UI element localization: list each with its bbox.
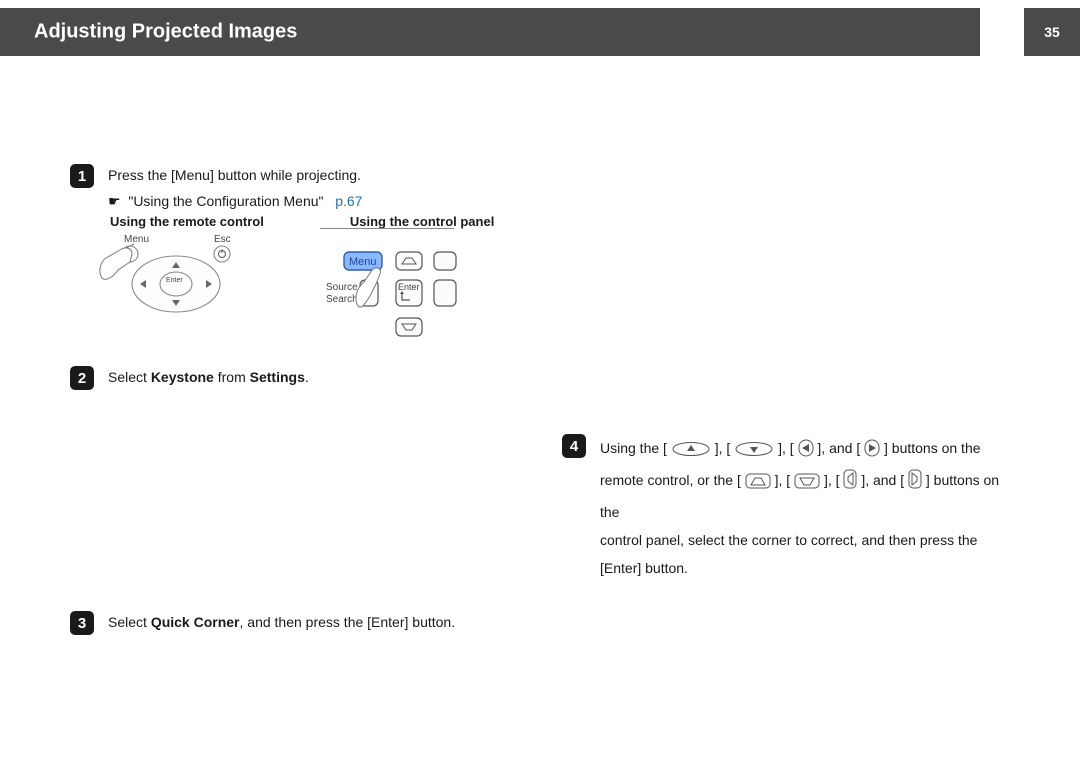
panel-heading-rule xyxy=(320,228,454,229)
s4a-mid2: ], [ xyxy=(778,440,794,456)
s2-post: . xyxy=(305,369,309,385)
s3-post: , and then press the [Enter] button. xyxy=(240,614,456,630)
s2-keystone: Keystone xyxy=(151,369,214,385)
xref-page: p.67 xyxy=(335,193,362,209)
remote-enter-label: Enter xyxy=(166,277,183,284)
step-3: 3 Select Quick Corner, and then press th… xyxy=(70,611,455,635)
s3-quick-corner: Quick Corner xyxy=(151,614,240,630)
panel-keystone-tall-right-icon xyxy=(908,469,922,498)
remote-down-button-icon xyxy=(734,438,774,466)
remote-esc-label: Esc xyxy=(214,234,231,245)
illustration-column-headings: Using the remote control Using the contr… xyxy=(110,214,494,229)
remote-menu-label: Menu xyxy=(124,234,149,245)
remote-esc-button-icon xyxy=(214,246,230,262)
step-1-xref[interactable]: ☛ "Using the Configuration Menu" p.67 xyxy=(108,190,362,214)
s4a-pre: Using the [ xyxy=(600,440,667,456)
s4c: control panel, select the corner to corr… xyxy=(600,532,977,576)
xref-label: "Using the Configuration Menu" xyxy=(128,193,323,209)
panel-keystone-narrow-top-icon xyxy=(396,252,422,270)
panel-button-clipped-icon xyxy=(434,252,456,270)
panel-keystone-wide-bottom-icon xyxy=(794,470,820,498)
s4b-mid1: ], [ xyxy=(775,472,791,488)
s2-mid: from xyxy=(214,369,250,385)
heading-control-panel: Using the control panel xyxy=(350,214,494,229)
panel-menu-label: Menu xyxy=(349,256,377,268)
heading-remote-control: Using the remote control xyxy=(110,214,264,229)
step-1-text: Press the [Menu] button while projecting… xyxy=(108,164,362,214)
panel-button-clipped-2-icon xyxy=(434,280,456,306)
step-2: 2 Select Keystone from Settings. xyxy=(70,366,309,390)
panel-search-label: Search xyxy=(326,294,358,305)
s2-pre: Select xyxy=(108,369,151,385)
header-tab xyxy=(980,8,1024,56)
xref-bullet-icon: ☛ xyxy=(108,193,124,209)
step-1-line1: Press the [Menu] button while projecting… xyxy=(108,164,362,188)
control-panel-illustration: Menu Source Search Enter xyxy=(320,244,460,349)
remote-right-button-icon xyxy=(864,438,880,466)
step-badge-2: 2 xyxy=(70,366,94,390)
panel-source-label: Source xyxy=(326,282,358,293)
s3-pre: Select xyxy=(108,614,151,630)
s4b-mid3: ], and [ xyxy=(861,472,904,488)
s4b-mid2: ], [ xyxy=(824,472,840,488)
step-badge-3: 3 xyxy=(70,611,94,635)
remote-dpad-icon: Enter xyxy=(132,256,220,312)
s4b-pre: remote control, or the [ xyxy=(600,472,741,488)
s4a-mid1: ], [ xyxy=(715,440,731,456)
s4a-post: ] buttons on the xyxy=(884,440,981,456)
s4a-mid3: ], and [ xyxy=(817,440,860,456)
s2-settings: Settings xyxy=(250,369,305,385)
panel-keystone-narrow-bottom-icon xyxy=(396,318,422,336)
step-badge-4: 4 xyxy=(562,434,586,458)
panel-keystone-wide-top-icon xyxy=(745,470,771,498)
step-2-text: Select Keystone from Settings. xyxy=(108,366,309,390)
remote-control-illustration: Menu Esc Enter xyxy=(96,232,246,333)
panel-keystone-tall-left-icon xyxy=(843,469,857,498)
page-title: Adjusting Projected Images xyxy=(34,21,297,44)
hand-press-menu-icon xyxy=(100,244,134,279)
step-badge-1: 1 xyxy=(70,164,94,188)
remote-up-button-icon xyxy=(671,438,711,466)
step-1: 1 Press the [Menu] button while projecti… xyxy=(70,164,362,214)
panel-enter-label: Enter xyxy=(398,282,420,292)
page-number: 35 xyxy=(1024,8,1080,56)
page-header: Adjusting Projected Images 35 xyxy=(0,8,1080,56)
step-4: 4 Using the [ ], [ ], [ ], and [ ] butto… xyxy=(562,434,1022,582)
step-3-text: Select Quick Corner, and then press the … xyxy=(108,611,455,635)
remote-left-button-icon xyxy=(798,438,814,466)
step-4-text: Using the [ ], [ ], [ ], and [ ] buttons… xyxy=(600,434,1022,582)
